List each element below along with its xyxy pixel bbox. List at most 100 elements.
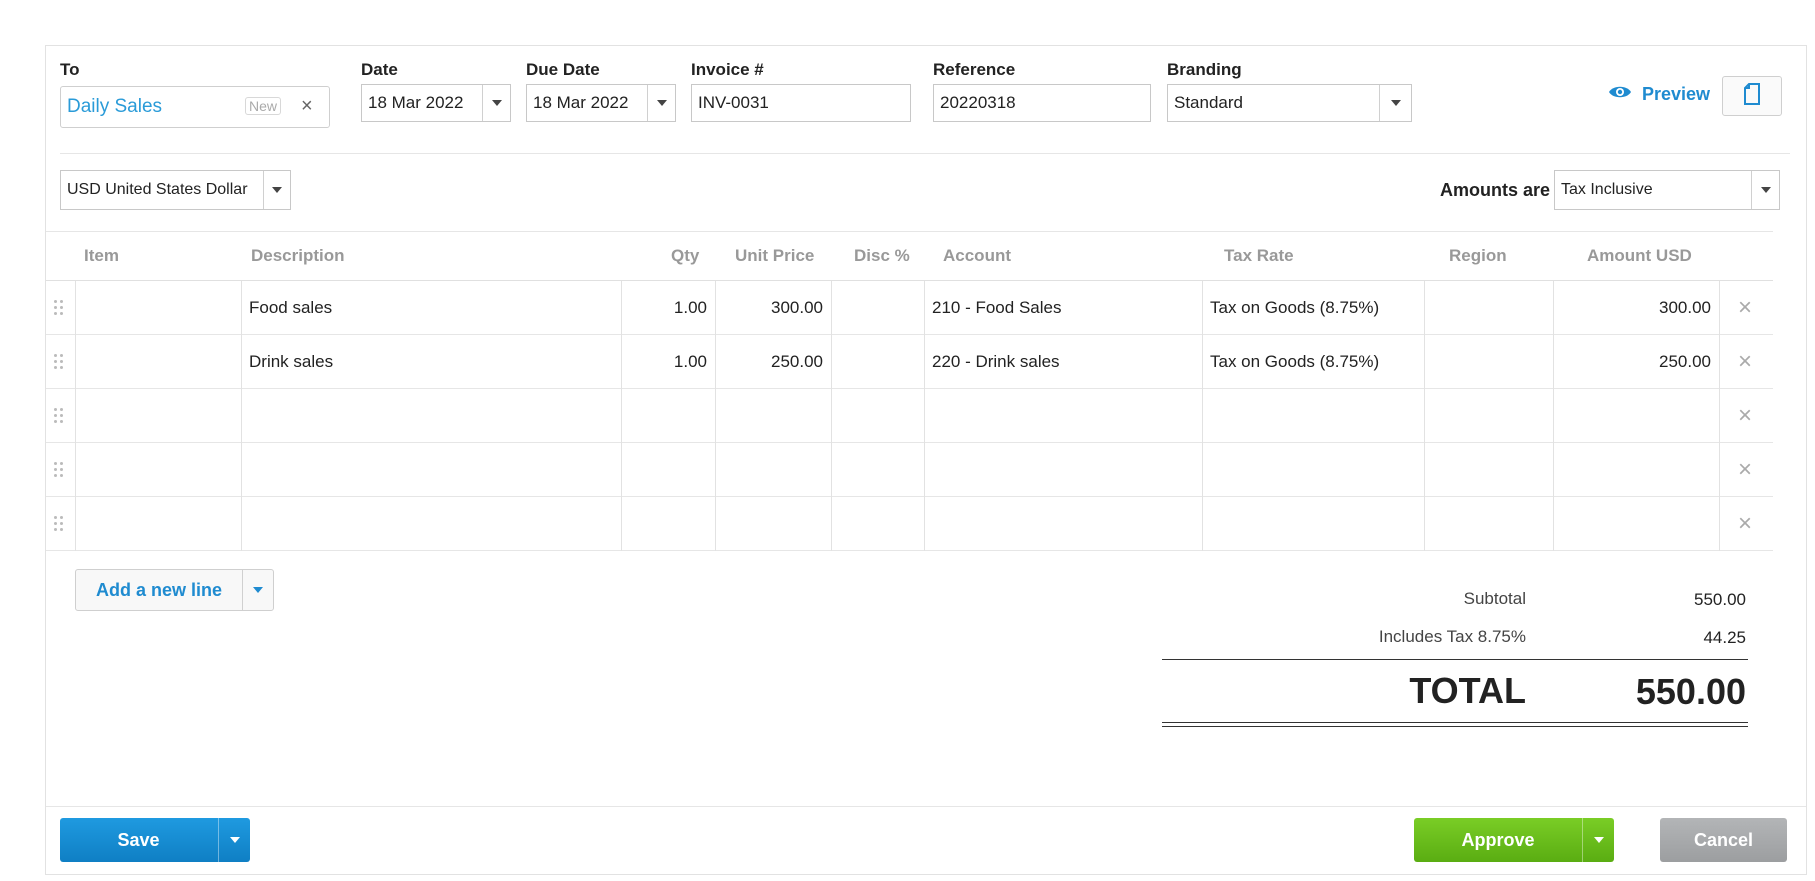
disc-cell[interactable]	[831, 389, 924, 443]
add-new-line-button[interactable]: Add a new line	[75, 569, 274, 611]
item-cell[interactable]	[75, 335, 241, 389]
remove-row-close-icon[interactable]: ×	[1738, 456, 1752, 484]
column-header-region: Region	[1449, 246, 1507, 265]
amount-cell[interactable]: 300.00	[1553, 281, 1720, 335]
approve-button[interactable]: Approve	[1414, 818, 1614, 862]
region-cell[interactable]	[1424, 497, 1553, 551]
due-date-label: Due Date	[526, 60, 600, 79]
amount-cell[interactable]	[1553, 497, 1720, 551]
account-cell[interactable]: 210 - Food Sales	[924, 281, 1202, 335]
remove-row-close-icon[interactable]: ×	[1738, 510, 1752, 538]
currency-dropdown-chevron-down-icon[interactable]	[263, 171, 290, 209]
account-cell[interactable]	[924, 497, 1202, 551]
due-date-dropdown-chevron-down-icon[interactable]	[647, 85, 675, 121]
item-cell[interactable]	[75, 281, 241, 335]
total-top-rule	[1162, 659, 1748, 660]
line-items-header: Item Description Qty Unit Price Disc % A…	[46, 231, 1773, 281]
branding-label: Branding	[1167, 60, 1242, 79]
item-cell[interactable]	[75, 443, 241, 497]
column-header-tax-rate: Tax Rate	[1224, 246, 1294, 265]
region-cell[interactable]	[1424, 443, 1553, 497]
save-label: Save	[117, 829, 160, 850]
save-button[interactable]: Save	[60, 818, 250, 862]
description-cell[interactable]: Drink sales	[241, 335, 621, 389]
qty-cell[interactable]	[621, 389, 715, 443]
grip-icon[interactable]	[54, 462, 64, 478]
tax-rate-cell[interactable]	[1202, 443, 1424, 497]
amounts-are-select[interactable]: Tax Inclusive	[1554, 170, 1780, 210]
account-cell[interactable]	[924, 389, 1202, 443]
qty-cell[interactable]: 1.00	[621, 335, 715, 389]
date-dropdown-chevron-down-icon[interactable]	[482, 85, 510, 121]
column-header-description: Description	[251, 246, 345, 265]
amount-cell[interactable]	[1553, 443, 1720, 497]
description-cell[interactable]	[241, 443, 621, 497]
branding-select[interactable]: Standard	[1167, 84, 1412, 122]
grip-icon[interactable]	[54, 408, 64, 424]
reference-value: 20220318	[940, 93, 1016, 112]
tax-rate-cell[interactable]: Tax on Goods (8.75%)	[1202, 281, 1424, 335]
account-cell[interactable]	[924, 443, 1202, 497]
document-options-button[interactable]	[1722, 76, 1782, 116]
currency-value: USD United States Dollar	[67, 181, 248, 198]
account-cell[interactable]: 220 - Drink sales	[924, 335, 1202, 389]
item-cell[interactable]	[75, 497, 241, 551]
item-cell[interactable]	[75, 389, 241, 443]
description-cell[interactable]	[241, 389, 621, 443]
grip-icon[interactable]	[54, 516, 64, 532]
clear-contact-icon[interactable]: ×	[301, 95, 313, 118]
table-row: ×	[46, 389, 1773, 443]
qty-cell[interactable]	[621, 497, 715, 551]
disc-cell[interactable]	[831, 335, 924, 389]
column-header-qty: Qty	[671, 246, 700, 265]
due-date-value: 18 Mar 2022	[533, 93, 629, 112]
qty-cell[interactable]: 1.00	[621, 281, 715, 335]
invoice-number-label: Invoice #	[691, 60, 764, 79]
eye-icon	[1608, 84, 1632, 105]
due-date-field[interactable]: 18 Mar 2022	[526, 84, 676, 122]
header-divider	[60, 153, 1790, 154]
total-label: TOTAL	[1409, 670, 1526, 711]
grip-icon[interactable]	[54, 354, 64, 370]
date-label: Date	[361, 60, 398, 79]
add-line-dropdown-chevron-down-icon[interactable]	[242, 570, 273, 610]
amount-cell[interactable]	[1553, 389, 1720, 443]
cancel-label: Cancel	[1693, 829, 1754, 850]
reference-input[interactable]: 20220318	[933, 84, 1151, 122]
description-cell[interactable]: Food sales	[241, 281, 621, 335]
region-cell[interactable]	[1424, 281, 1553, 335]
region-cell[interactable]	[1424, 335, 1553, 389]
column-header-account: Account	[943, 246, 1011, 265]
cancel-button[interactable]: Cancel	[1660, 818, 1787, 862]
unit-price-cell[interactable]: 250.00	[715, 335, 831, 389]
unit-price-cell[interactable]	[715, 389, 831, 443]
disc-cell[interactable]	[831, 443, 924, 497]
remove-row-close-icon[interactable]: ×	[1738, 294, 1752, 322]
unit-price-cell[interactable]	[715, 497, 831, 551]
qty-cell[interactable]	[621, 443, 715, 497]
region-cell[interactable]	[1424, 389, 1553, 443]
branding-dropdown-chevron-down-icon[interactable]	[1379, 85, 1411, 121]
unit-price-cell[interactable]	[715, 443, 831, 497]
approve-dropdown-chevron-down-icon[interactable]	[1582, 818, 1614, 862]
grip-icon[interactable]	[54, 300, 64, 316]
preview-link[interactable]: Preview	[1608, 84, 1710, 105]
tax-rate-cell[interactable]: Tax on Goods (8.75%)	[1202, 335, 1424, 389]
save-dropdown-chevron-down-icon[interactable]	[218, 818, 250, 862]
tax-rate-cell[interactable]	[1202, 389, 1424, 443]
remove-row-close-icon[interactable]: ×	[1738, 348, 1752, 376]
remove-row-close-icon[interactable]: ×	[1738, 402, 1752, 430]
currency-select[interactable]: USD United States Dollar	[60, 170, 291, 210]
disc-cell[interactable]	[831, 281, 924, 335]
amount-cell[interactable]: 250.00	[1553, 335, 1720, 389]
unit-price-cell[interactable]: 300.00	[715, 281, 831, 335]
date-field[interactable]: 18 Mar 2022	[361, 84, 511, 122]
amounts-are-dropdown-chevron-down-icon[interactable]	[1751, 171, 1779, 209]
invoice-number-input[interactable]: INV-0031	[691, 84, 911, 122]
contact-field[interactable]: Daily Sales New ×	[60, 86, 330, 128]
reference-label: Reference	[933, 60, 1016, 79]
description-cell[interactable]	[241, 497, 621, 551]
disc-cell[interactable]	[831, 497, 924, 551]
tax-rate-cell[interactable]	[1202, 497, 1424, 551]
total-value: 550.00	[1635, 671, 1746, 712]
